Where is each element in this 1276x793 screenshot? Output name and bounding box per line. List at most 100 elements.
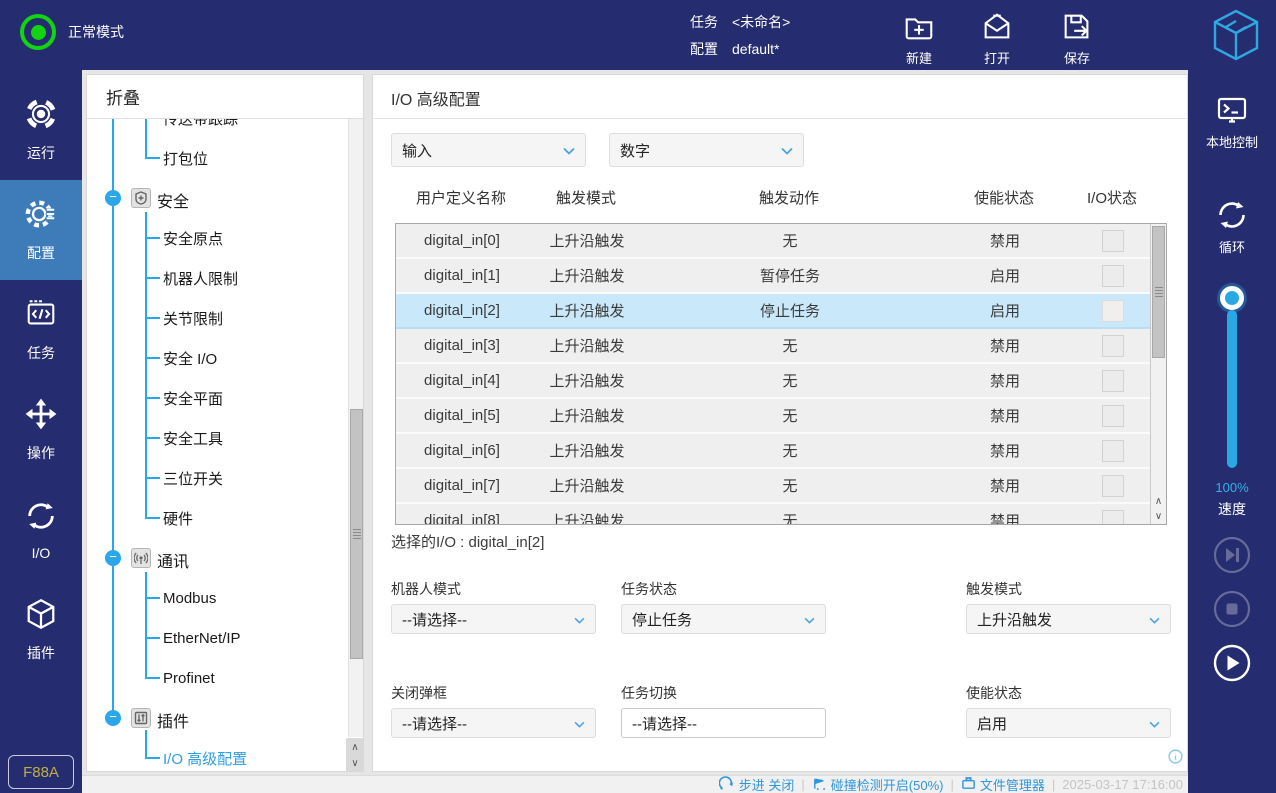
scroll-down-icon[interactable]: ∨ [1155,511,1162,522]
left-nav: 运行 配置 任务 [0,70,82,793]
chevron-down-icon [1149,715,1160,732]
firmware-badge[interactable]: F88A [8,755,74,789]
task-state-select[interactable]: 停止任务 [621,604,826,634]
close-popup-value: --请选择-- [402,713,467,734]
tree-item-three-position-switch[interactable]: 三位开关 [163,466,223,490]
robot-mode-indicator[interactable]: 正常模式 [20,14,124,50]
table-row[interactable]: digital_in[5] 上升沿触发 无 禁用 [396,399,1150,434]
nav-item-io[interactable]: I/O [0,480,82,580]
io-state-checkbox[interactable] [1102,300,1124,322]
enable-state-value: 启用 [977,713,1007,734]
step-mode-toggle[interactable]: 步进 关闭 [719,775,795,793]
enable-state-cell: 禁用 [934,510,1076,525]
io-state-checkbox[interactable] [1102,230,1124,252]
table-row[interactable]: digital_in[4] 上升沿触发 无 禁用 [396,364,1150,399]
io-name-cell: digital_in[6] [396,442,528,459]
file-manager-icon [961,776,976,793]
scroll-up-icon[interactable]: ∧ [1155,496,1162,507]
table-row[interactable]: digital_in[1] 上升沿触发 暂停任务 启用 [396,259,1150,294]
nav-item-run[interactable]: 运行 [0,80,82,180]
page-title: I/O 高级配置 [391,86,481,110]
tree-scrollbar-thumb[interactable] [350,409,363,659]
local-control-button[interactable]: 本地控制 [1188,92,1276,151]
file-manager-button[interactable]: 文件管理器 [961,775,1045,793]
info-icon[interactable] [1168,749,1183,769]
nav-item-config[interactable]: 配置 [0,180,82,280]
tree-item-profinet[interactable]: Profinet [163,666,215,690]
close-popup-select[interactable]: --请选择-- [391,708,596,738]
io-state-checkbox[interactable] [1102,405,1124,427]
tree-item-ethernet-ip[interactable]: EtherNet/IP [163,626,241,650]
step-icon [719,776,735,793]
table-scrollbar-thumb[interactable] [1152,226,1165,358]
tree-item-io-advanced-config[interactable]: I/O 高级配置 [163,746,247,770]
speed-slider-track[interactable] [1227,310,1237,468]
loop-button[interactable]: 循环 [1188,197,1276,256]
tree-item-hardware[interactable]: 硬件 [163,506,193,530]
code-window-icon [24,297,58,336]
io-state-checkbox[interactable] [1102,265,1124,287]
collapse-node-communication[interactable]: − [105,550,121,566]
tree-scrollbar[interactable] [348,119,363,737]
table-row[interactable]: digital_in[7] 上升沿触发 无 禁用 [396,469,1150,504]
tree-item-safety-plane[interactable]: 安全平面 [163,386,223,410]
table-row[interactable]: digital_in[0] 上升沿触发 无 禁用 [396,224,1150,259]
io-direction-select[interactable]: 输入 [391,133,586,167]
save-button[interactable]: 保存 [1045,10,1109,67]
task-switch-input[interactable]: --请选择-- [621,708,826,738]
io-state-checkbox[interactable] [1102,370,1124,392]
tree-scroll-arrows[interactable]: ∧ ∨ [346,738,364,772]
open-button[interactable]: 打开 [965,10,1029,67]
io-state-checkbox[interactable] [1102,440,1124,462]
io-advanced-config-panel: I/O 高级配置 输入 数字 用户定义名称 触发模式 触发动作 使能状态 I/O… [372,74,1188,772]
io-name-cell: digital_in[2] [396,302,528,319]
new-button[interactable]: 新建 [887,10,951,67]
tree-item-packing-position[interactable]: 打包位 [163,146,208,170]
collapse-tree-button[interactable]: 折叠 [87,75,363,119]
tree-group-safety[interactable]: 安全 [157,188,189,212]
robot-mode-value: --请选择-- [402,609,467,630]
col-header-name: 用户定义名称 [395,187,527,208]
nav-item-operate[interactable]: 操作 [0,380,82,480]
io-state-checkbox[interactable] [1102,335,1124,357]
enable-state-cell: 禁用 [934,405,1076,426]
nav-item-task[interactable]: 任务 [0,280,82,380]
enable-state-select[interactable]: 启用 [966,708,1171,738]
table-row[interactable]: digital_in[8] 上升沿触发 无 禁用 [396,504,1150,525]
tree-item-safety-io[interactable]: 安全 I/O [163,346,217,370]
table-scrollbar[interactable]: ∧ ∨ [1150,224,1166,524]
tree-item-safety-home[interactable]: 安全原点 [163,226,223,250]
step-forward-button[interactable] [1212,535,1252,575]
scroll-up-icon[interactable]: ∧ [351,742,358,753]
play-button[interactable] [1212,643,1252,683]
tree-item-conveyor-tracking[interactable]: 传送带跟踪 [163,119,238,130]
io-state-cell [1076,230,1150,252]
io-state-checkbox[interactable] [1102,510,1124,526]
tree-item-modbus[interactable]: Modbus [163,586,216,610]
io-type-select[interactable]: 数字 [609,133,804,167]
stop-button[interactable] [1212,589,1252,629]
trigger-mode-select[interactable]: 上升沿触发 [966,604,1171,634]
io-direction-value: 输入 [402,140,432,161]
trigger-mode-cell: 上升沿触发 [528,300,646,321]
tree-item-robot-limits[interactable]: 机器人限制 [163,266,238,290]
table-row[interactable]: digital_in[6] 上升沿触发 无 禁用 [396,434,1150,469]
collapse-node-safety[interactable]: − [105,190,121,206]
io-state-checkbox[interactable] [1102,475,1124,497]
collision-detection-toggle[interactable]: 碰撞检测开启(50%) [812,775,944,793]
table-row[interactable]: digital_in[3] 上升沿触发 无 禁用 [396,329,1150,364]
tree-group-plugins[interactable]: 插件 [157,708,189,732]
tree-tick [145,637,160,639]
run-icon [24,97,58,136]
tree-item-joint-limits[interactable]: 关节限制 [163,306,223,330]
tree-group-communication[interactable]: 通讯 [157,548,189,572]
tree-trunk-line [112,119,114,718]
scroll-down-icon[interactable]: ∨ [351,758,358,769]
table-row[interactable]: digital_in[2] 上升沿触发 停止任务 启用 [396,294,1150,329]
collapse-node-plugins[interactable]: − [105,710,121,726]
col-header-trigger-action: 触发动作 [645,187,933,208]
robot-mode-select[interactable]: --请选择-- [391,604,596,634]
tree-item-safety-tool[interactable]: 安全工具 [163,426,223,450]
speed-slider-thumb[interactable] [1220,286,1244,310]
nav-item-plugin[interactable]: 插件 [0,580,82,680]
